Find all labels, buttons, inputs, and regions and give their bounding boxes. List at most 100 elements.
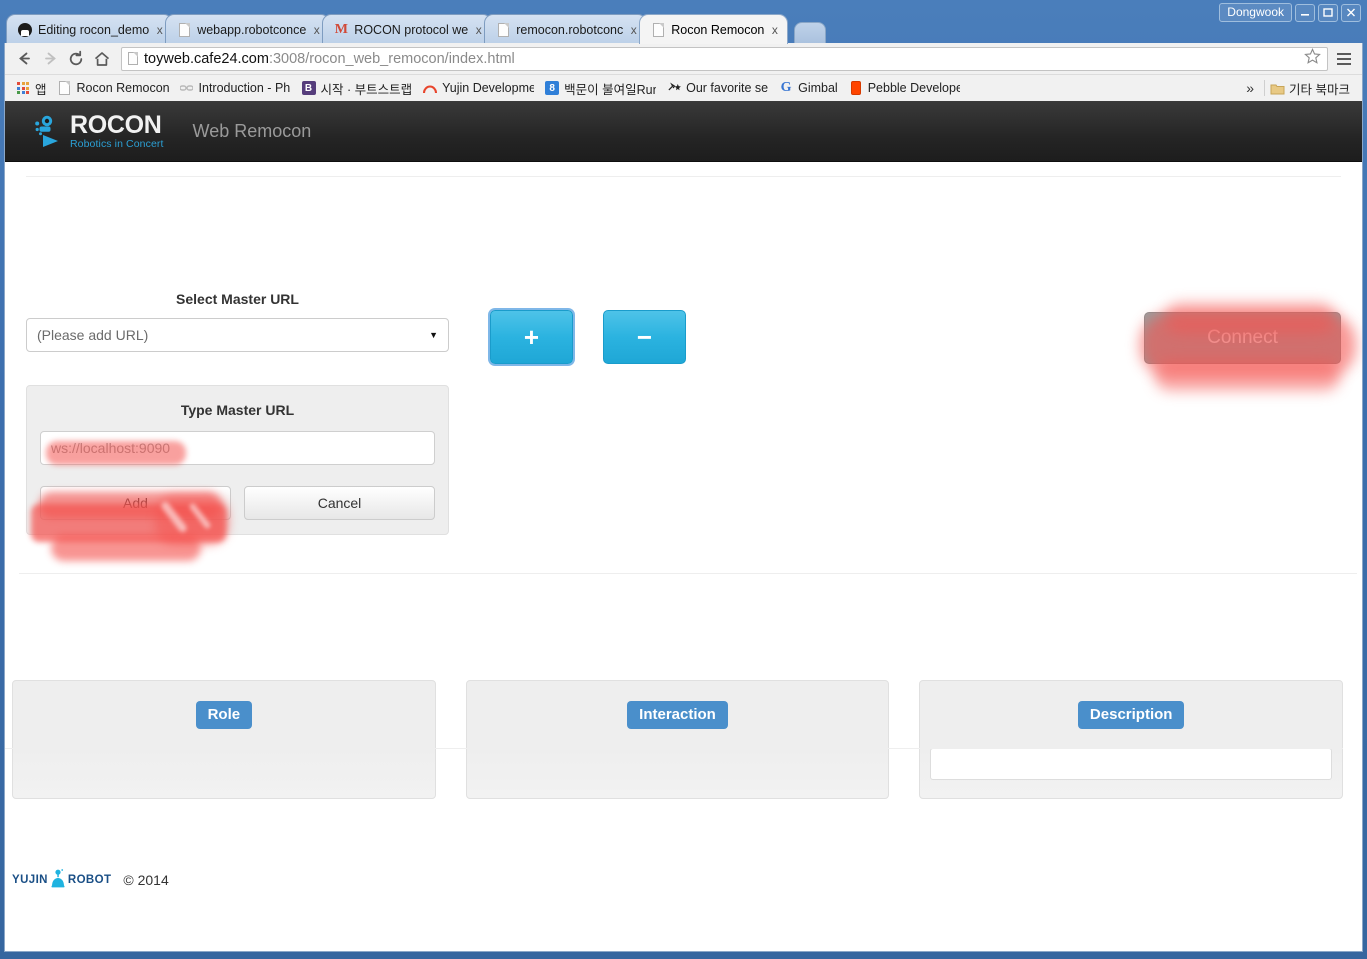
page-info-icon	[128, 52, 138, 65]
footer-divider	[5, 748, 1343, 749]
bookmark-folder-other[interactable]: 기타 북마크	[1265, 77, 1356, 100]
role-panel: Role	[12, 680, 436, 799]
maximize-icon[interactable]	[1318, 3, 1338, 22]
address-bar[interactable]: toyweb.cafe24.com:3008/rocon_web_remocon…	[121, 46, 1328, 71]
tab-title: Editing rocon_demo	[38, 22, 150, 37]
connect-button[interactable]: Connect	[1144, 312, 1341, 364]
bookmark-item-rocon-remocon[interactable]: Rocon Remocon	[53, 78, 175, 98]
browser-tab-5-active[interactable]: Rocon Remocon x	[639, 14, 789, 44]
bookmarks-overflow-icon[interactable]: »	[1236, 80, 1264, 96]
tab-strip: Editing rocon_demo x webapp.robotconce x…	[6, 14, 827, 44]
browser-tab-2[interactable]: webapp.robotconce x	[165, 14, 331, 44]
bookmark-item-blogger[interactable]: 8 백문이 불여일Run	[540, 77, 662, 100]
browser-tab-1[interactable]: Editing rocon_demo x	[6, 14, 174, 44]
chrome-menu-icon[interactable]	[1332, 46, 1356, 72]
description-panel: Description	[919, 680, 1344, 799]
tab-title: remocon.robotconc	[516, 22, 624, 37]
bookmarks-bar: 앱 Rocon Remocon Introduction - Phi B 시작 …	[5, 74, 1362, 101]
info-panels: Role Interaction Description	[12, 680, 1344, 799]
back-icon[interactable]	[11, 46, 37, 72]
address-bar-text: toyweb.cafe24.com:3008/rocon_web_remocon…	[144, 51, 515, 67]
master-url-input-placeholder: ws://localhost:9090	[51, 440, 171, 456]
blogger-icon: 8	[544, 80, 560, 96]
bookmark-item-bootstrap[interactable]: B 시작 · 부트스트랩	[297, 77, 419, 100]
reload-icon[interactable]	[63, 46, 89, 72]
tab-title: Rocon Remocon	[671, 22, 765, 37]
pebble-icon	[848, 80, 864, 96]
os-window: Editing rocon_demo x webapp.robotconce x…	[0, 0, 1367, 959]
app-navbar: ROCON Robotics in Concert Web Remocon	[5, 101, 1362, 162]
copyright-text: © 2014	[123, 871, 169, 888]
yujin-logo-right-text: ROBOT	[67, 873, 112, 886]
bookmark-label: 시작 · 부트스트랩	[320, 82, 413, 97]
minimize-icon[interactable]	[1295, 3, 1315, 22]
role-button[interactable]: Role	[195, 701, 253, 729]
highlight-annotation-connect-bottom	[1155, 361, 1340, 391]
star-icon	[666, 80, 682, 96]
folder-icon	[1269, 80, 1285, 96]
url-host: toyweb.cafe24.com	[144, 50, 269, 67]
bookmark-label: Introduction - Phi	[198, 81, 291, 95]
type-master-url-actions: Add Cancel	[40, 486, 435, 520]
bookmark-label: 백문이 불여일Run	[564, 82, 657, 97]
master-url-select[interactable]: (Please add URL) ▼	[26, 318, 449, 352]
new-tab-button[interactable]	[794, 22, 827, 44]
home-icon[interactable]	[89, 46, 115, 72]
bookmark-item-gimbal[interactable]: G Gimbal	[774, 78, 844, 98]
google-icon: G	[780, 80, 792, 95]
github-icon	[17, 22, 33, 38]
top-divider	[26, 176, 1341, 177]
brand-logo-group[interactable]: ROCON Robotics in Concert	[34, 110, 164, 150]
robot-icon	[50, 868, 66, 891]
master-url-select-value: (Please add URL)	[37, 327, 149, 343]
yujin-logo-left-text: YUJIN	[12, 873, 48, 886]
tab-close-icon[interactable]: x	[768, 23, 781, 36]
chevron-down-icon: ▼	[429, 330, 438, 340]
bookmark-item-our-favorite[interactable]: Our favorite se	[662, 78, 774, 98]
bootstrap-icon: B	[301, 80, 317, 96]
description-button[interactable]: Description	[1077, 701, 1185, 729]
user-label[interactable]: Dongwook	[1219, 3, 1292, 22]
middle-divider	[19, 573, 1357, 574]
page-title: Web Remocon	[192, 120, 312, 141]
url-path: :3008/rocon_web_remocon/index.html	[268, 50, 515, 67]
tab-title: webapp.robotconce	[197, 22, 307, 37]
master-url-select-wrapper[interactable]: (Please add URL) ▼	[26, 318, 449, 352]
add-button[interactable]: Add	[40, 486, 231, 520]
add-url-button[interactable]: +	[490, 310, 573, 364]
bookmark-item-yujin[interactable]: Yujin Developme	[418, 78, 540, 98]
link-icon	[179, 80, 195, 96]
gmail-icon: M	[334, 21, 348, 37]
bookmark-star-icon[interactable]	[1304, 47, 1321, 69]
select-master-url-label: Select Master URL	[176, 291, 299, 307]
brand-subtitle: Robotics in Concert	[70, 137, 164, 150]
window-controls: Dongwook	[1219, 3, 1361, 22]
document-icon	[57, 80, 73, 96]
document-icon	[495, 22, 511, 38]
document-icon	[650, 22, 666, 38]
cancel-button[interactable]: Cancel	[244, 486, 435, 520]
master-url-input[interactable]: ws://localhost:9090	[40, 431, 435, 465]
browser-tab-3[interactable]: M ROCON protocol we x	[322, 14, 493, 44]
yujin-icon	[422, 80, 438, 96]
close-icon[interactable]	[1341, 3, 1361, 22]
interaction-button[interactable]: Interaction	[627, 701, 728, 729]
browser-tab-4[interactable]: remocon.robotconc x	[484, 14, 648, 44]
interaction-panel: Interaction	[465, 680, 890, 799]
bookmark-item-introduction[interactable]: Introduction - Phi	[175, 78, 297, 98]
description-input[interactable]	[930, 748, 1333, 780]
page-body: Select Master URL (Please add URL) ▼ + −…	[5, 176, 1362, 888]
highlight-annotation-add-3	[51, 535, 201, 561]
bookmark-item-pebble[interactable]: Pebble Develope	[844, 78, 966, 98]
bookmark-label: Yujin Developme	[442, 81, 535, 95]
bookmark-label: Pebble Develope	[867, 81, 960, 95]
apps-grid-icon	[15, 80, 31, 96]
bookmark-apps[interactable]: 앱	[11, 77, 53, 100]
forward-icon	[37, 46, 63, 72]
remove-url-button[interactable]: −	[603, 310, 686, 364]
page-viewport: ROCON Robotics in Concert Web Remocon Se…	[4, 101, 1363, 952]
type-master-url-panel: Type Master URL ws://localhost:9090 Add …	[26, 385, 449, 535]
brand-text: ROCON Robotics in Concert	[70, 110, 164, 150]
bookmark-label: Our favorite se	[686, 81, 769, 95]
brand-title: ROCON	[70, 110, 162, 139]
